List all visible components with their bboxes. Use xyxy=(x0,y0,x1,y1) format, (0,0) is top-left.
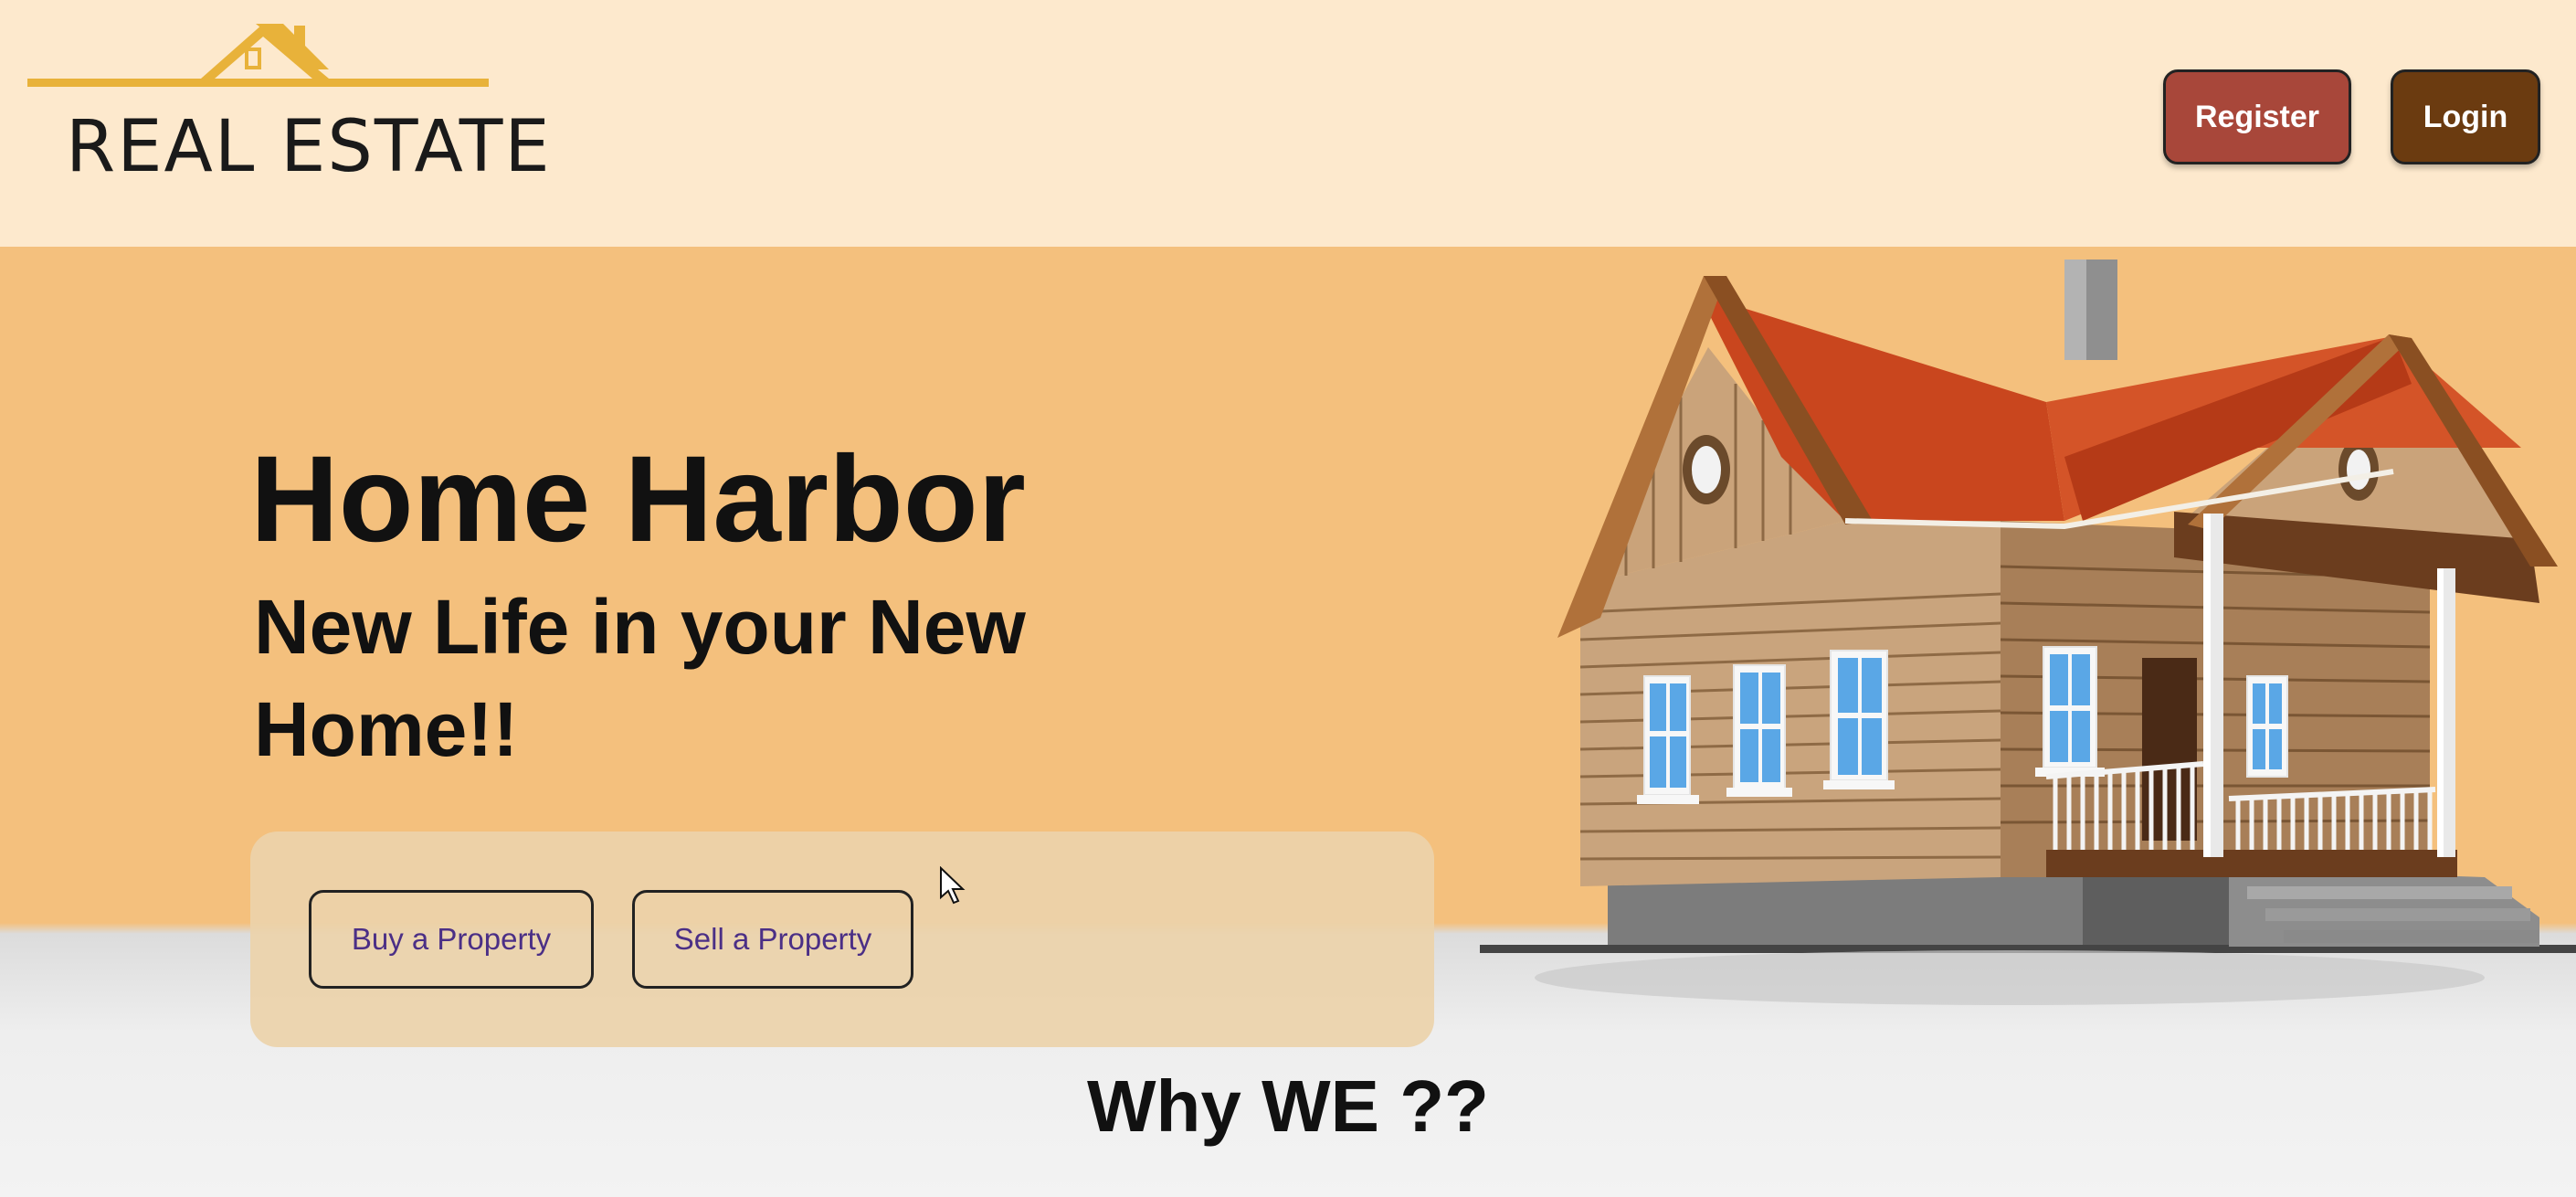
login-button[interactable]: Login xyxy=(2391,69,2540,164)
hero-title: Home Harbor xyxy=(250,431,1026,567)
hero-tagline: New Life in your New Home!! xyxy=(254,584,1026,772)
cursor-icon xyxy=(940,866,966,905)
logo[interactable]: REAL ESTATE xyxy=(27,16,550,188)
house-illustration xyxy=(1480,260,2576,1005)
hero-section: Home Harbor New Life in your New Home!! … xyxy=(0,247,2576,1197)
buy-property-button[interactable]: Buy a Property xyxy=(309,890,594,989)
logo-text: REAL ESTATE xyxy=(66,106,552,188)
register-button[interactable]: Register xyxy=(2163,69,2351,164)
site-header: REAL ESTATE Register Login xyxy=(0,0,2576,247)
action-panel: Buy a Property Sell a Property xyxy=(250,832,1434,1047)
house-logo-icon xyxy=(27,24,489,87)
sell-property-button[interactable]: Sell a Property xyxy=(632,890,913,989)
why-we-heading: Why WE ?? xyxy=(1087,1065,1489,1147)
